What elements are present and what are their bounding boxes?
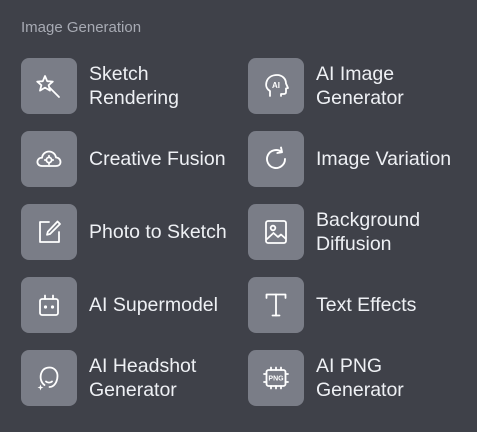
tool-label-line1: AI Headshot (89, 355, 197, 377)
tool-ai-png-generator[interactable]: PNG AI PNG Generator (248, 350, 463, 406)
tool-label-line1: Image Variation (316, 148, 452, 170)
tool-label-line1: Sketch (89, 63, 149, 85)
image-icon (248, 204, 304, 260)
tool-image-variation[interactable]: Image Variation (248, 131, 463, 187)
tool-ai-headshot-generator[interactable]: AI Headshot Generator (21, 350, 236, 406)
robot-icon (21, 277, 77, 333)
tool-label-line2: Diffusion (316, 233, 392, 255)
tool-label-line2: Rendering (89, 87, 179, 109)
section-title: Image Generation (21, 19, 142, 36)
text-t-icon (248, 277, 304, 333)
face-sparkle-icon (21, 350, 77, 406)
tool-photo-to-sketch[interactable]: Photo to Sketch (21, 204, 236, 260)
edit-square-icon (21, 204, 77, 260)
tool-sketch-rendering[interactable]: Sketch Rendering (21, 58, 236, 114)
tool-label-line1: AI Supermodel (89, 294, 218, 316)
tool-creative-fusion[interactable]: Creative Fusion (21, 131, 236, 187)
tool-label-line1: Background (316, 209, 421, 231)
image-generation-panel: Image Generation Sketch Rendering AI AI … (0, 0, 477, 432)
png-icon-text: PNG (268, 376, 284, 383)
magic-wand-icon (21, 58, 77, 114)
refresh-icon (248, 131, 304, 187)
tool-label-line2: Generator (316, 87, 404, 109)
tool-background-diffusion[interactable]: Background Diffusion (248, 204, 463, 260)
tool-label-line2: Generator (316, 379, 404, 401)
tool-label-line2: Generator (89, 379, 177, 401)
tool-label-line1: Text Effects (316, 294, 417, 316)
tool-label-line1: Creative Fusion (89, 148, 226, 170)
tool-ai-supermodel[interactable]: AI Supermodel (21, 277, 236, 333)
ai-icon-text: AI (272, 81, 280, 90)
ai-head-icon: AI (248, 58, 304, 114)
tool-label-line1: AI Image (316, 63, 395, 85)
tool-label-line1: Photo to Sketch (89, 221, 227, 243)
tool-label-line1: AI PNG (316, 355, 383, 377)
png-badge-icon: PNG (248, 350, 304, 406)
tool-text-effects[interactable]: Text Effects (248, 277, 463, 333)
cloud-gear-icon (21, 131, 77, 187)
tool-ai-image-generator[interactable]: AI AI Image Generator (248, 58, 463, 114)
